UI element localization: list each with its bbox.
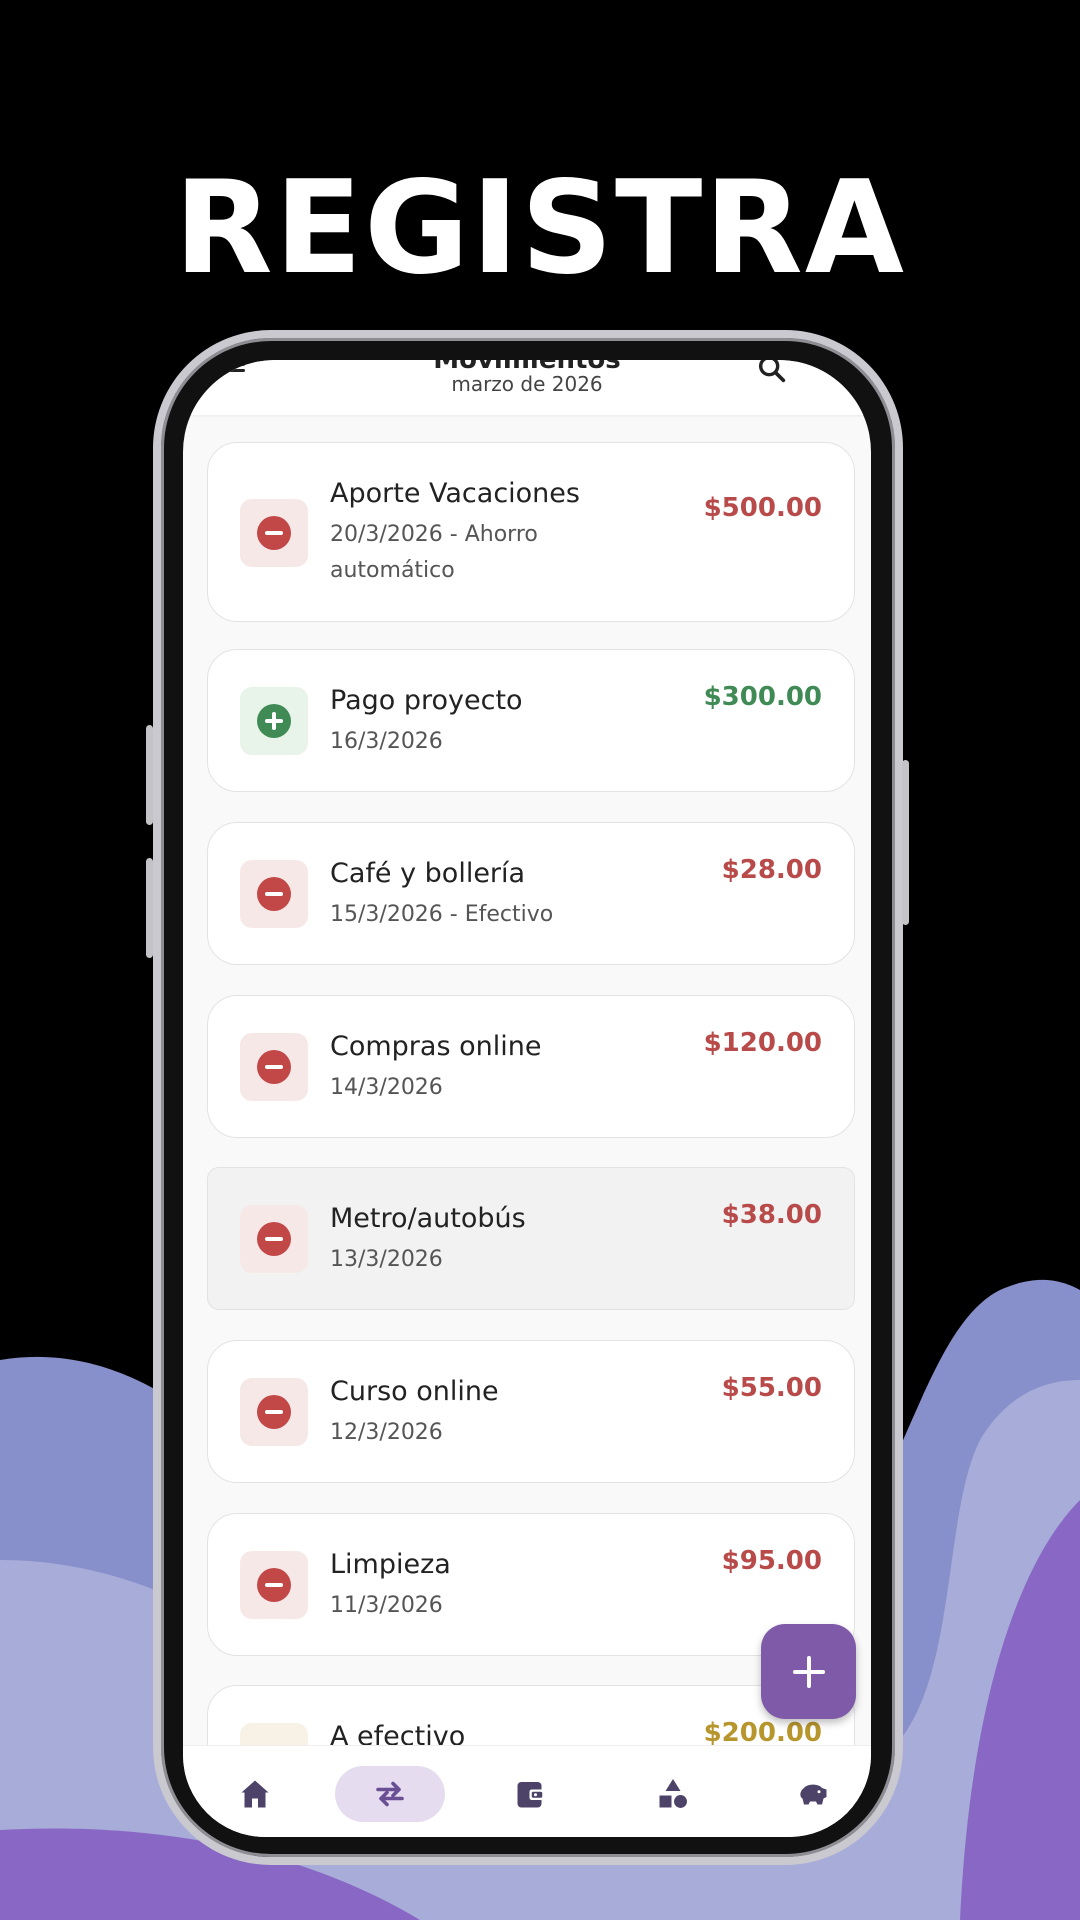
app-screen: Movimientos marzo de 2026 Aporte Vacacio… [183,360,871,1837]
transaction-detail: 11/3/2026 [330,1593,443,1618]
transaction-card[interactable]: Compras online 14/3/2026 $120.00 [207,995,855,1138]
wallet-icon [517,1782,545,1808]
search-icon[interactable] [755,360,789,386]
minus-circle-icon [257,877,291,911]
expense-badge [240,499,308,567]
swap-arrows-icon [376,1781,404,1807]
transaction-amount: $95.00 [721,1546,822,1576]
minus-circle-icon [257,1395,291,1429]
piggy-bank-icon [800,1784,827,1805]
add-transaction-button[interactable] [761,1624,856,1719]
transaction-detail: 15/3/2026 - Efectivo [330,902,554,927]
transaction-detail: 14/3/2026 [330,1075,443,1100]
transaction-amount: $120.00 [703,1028,822,1058]
home-icon [241,1780,269,1808]
nav-categories[interactable] [643,1770,703,1818]
expense-badge [240,1551,308,1619]
transaction-name: Curso online [330,1376,499,1407]
expense-badge [240,1378,308,1446]
expense-badge [240,1033,308,1101]
minus-circle-icon [257,1222,291,1256]
transaction-card[interactable]: Pago proyecto 16/3/2026 $300.00 [207,649,855,792]
transaction-name: Compras online [330,1031,542,1062]
transaction-detail: 16/3/2026 [330,729,443,754]
transaction-amount: $200.00 [703,1718,822,1748]
nav-home[interactable] [225,1770,285,1818]
transaction-name: Pago proyecto [330,685,523,716]
nav-savings[interactable] [783,1770,843,1818]
transaction-detail: 13/3/2026 [330,1247,443,1272]
transaction-card[interactable]: Metro/autobús 13/3/2026 $38.00 [207,1167,855,1310]
categories-icon [659,1779,687,1808]
minus-circle-icon [257,516,291,550]
transaction-card[interactable]: Café y bollería 15/3/2026 - Efectivo $28… [207,822,855,965]
plus-circle-icon [257,704,291,738]
transaction-detail: 12/3/2026 [330,1420,443,1445]
transaction-detail: 20/3/2026 - Ahorro automático [330,522,538,583]
phone-volume-down-button [146,858,153,958]
minus-circle-icon [257,1050,291,1084]
transaction-card[interactable]: Aporte Vacaciones 20/3/2026 - Ahorro aut… [207,442,855,622]
nav-transactions[interactable] [360,1770,420,1818]
transaction-card[interactable]: Curso online 12/3/2026 $55.00 [207,1340,855,1483]
transaction-card[interactable]: Limpieza 11/3/2026 $95.00 [207,1513,855,1656]
nav-accounts[interactable] [501,1770,561,1818]
plus-icon [792,1655,825,1688]
transaction-name: Metro/autobús [330,1203,526,1234]
transaction-amount: $500.00 [703,493,822,523]
phone-volume-up-button [146,725,153,825]
transaction-name: Limpieza [330,1549,451,1580]
income-badge [240,687,308,755]
transaction-amount: $38.00 [721,1200,822,1230]
headline: REGISTRA [174,154,906,303]
transaction-amount: $300.00 [703,682,822,712]
transaction-amount: $55.00 [721,1373,822,1403]
phone-power-button [902,760,909,925]
expense-badge [240,860,308,928]
transaction-name: Café y bollería [330,858,526,889]
app-bar: Movimientos marzo de 2026 [183,360,871,415]
expense-badge [240,1205,308,1273]
minus-circle-icon [257,1568,291,1602]
transaction-name: Aporte Vacaciones [330,478,580,509]
bottom-navigation [183,1745,871,1837]
transaction-amount: $28.00 [721,855,822,885]
